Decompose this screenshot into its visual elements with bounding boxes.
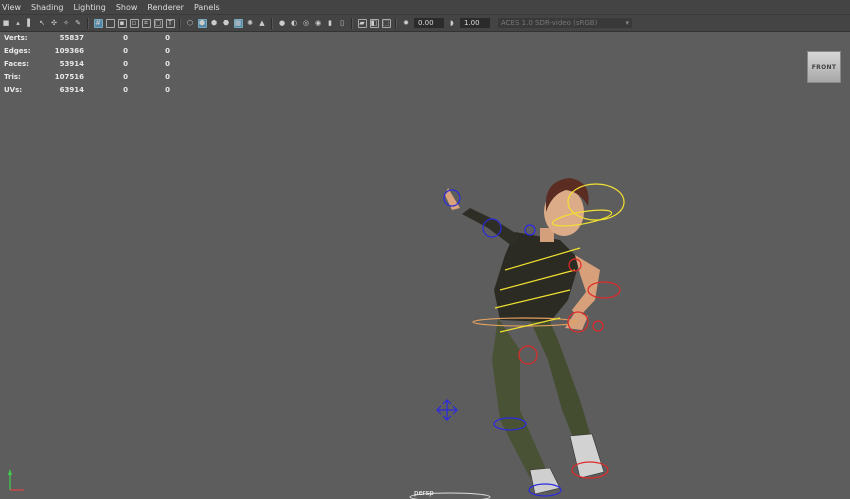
character-rig[interactable] [445, 178, 605, 495]
viewport-scene[interactable] [0, 0, 850, 499]
torso [494, 232, 580, 322]
right-knee-control[interactable] [518, 345, 538, 365]
left-leg [492, 318, 548, 478]
pole-vector-icon[interactable] [436, 399, 458, 421]
camera-label: persp [414, 489, 434, 497]
axis-gizmo [8, 469, 24, 491]
right-boot [569, 433, 605, 479]
left-boot [529, 467, 561, 495]
right-finger-control[interactable] [592, 320, 604, 332]
left-arm [462, 208, 520, 246]
left-clavicle-control[interactable] [524, 224, 536, 236]
